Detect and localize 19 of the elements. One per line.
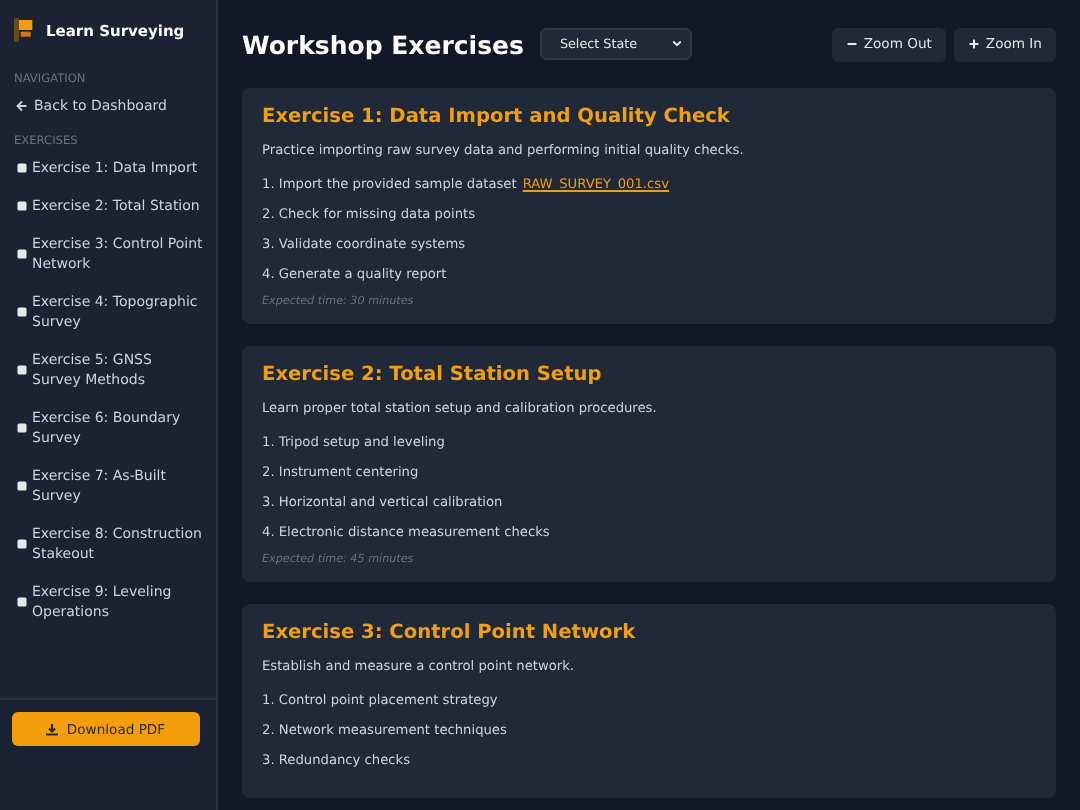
exercise-title: Exercise 3: Control Point Network [262,622,638,644]
exercise-title: Exercise 2: Total Station Setup [262,364,604,386]
exercise-icon [16,596,28,608]
exercise-icon [16,538,28,550]
minus-icon [845,38,858,50]
exercise-icon [16,162,28,174]
plus-icon [967,38,980,50]
exercise-icon [16,248,28,260]
download-icon [46,723,59,735]
logo-icon [14,18,34,42]
exercise-icon [16,422,28,434]
exercise-icon [16,480,28,492]
exercise-icon [16,306,28,318]
page-title: Workshop Exercises [242,29,524,59]
chevron-down-icon [671,40,682,48]
exercise-icon [16,364,28,376]
exercise-icon [16,200,28,212]
exercise-title: Exercise 1: Data Import and Quality Check [262,106,732,128]
back-arrow-icon [16,100,28,112]
